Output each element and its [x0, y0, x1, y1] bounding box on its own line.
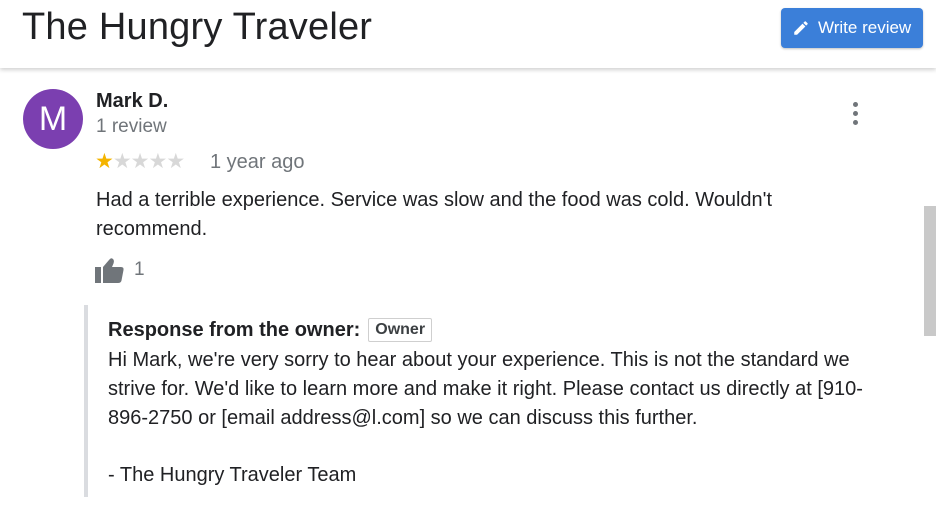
owner-response-signature: - The Hungry Traveler Team [108, 464, 357, 486]
pencil-icon [792, 19, 810, 37]
like-button[interactable]: 1 [95, 257, 145, 283]
thumbs-up-icon [95, 257, 125, 283]
star-icon: ★ [95, 150, 114, 173]
scrollbar-thumb[interactable] [924, 206, 936, 336]
reviewer-name[interactable]: Mark D. [96, 90, 168, 113]
review-date: 1 year ago [210, 151, 305, 173]
review-page: The Hungry Traveler Write review M Mark … [0, 0, 936, 510]
owner-response: Response from the owner: Owner Hi Mark, … [84, 305, 898, 497]
owner-response-header: Response from the owner: Owner [108, 318, 433, 342]
app-header: The Hungry Traveler Write review [0, 0, 936, 68]
more-options-button[interactable] [843, 98, 867, 128]
star-rating: ★ ★ ★ ★ ★ [95, 150, 185, 174]
star-icon: ★ [112, 150, 132, 173]
star-icon: ★ [130, 150, 150, 173]
star-icon: ★ [148, 150, 167, 173]
write-review-label: Write review [818, 18, 912, 37]
business-title: The Hungry Traveler [22, 6, 373, 48]
owner-response-title: Response from the owner: [108, 318, 361, 341]
write-review-button[interactable]: Write review [781, 8, 923, 48]
review-text: Had a terrible experience. Service was s… [96, 189, 773, 240]
more-vert-icon [852, 101, 858, 107]
owner-response-text: Hi Mark, we're very sorry to hear about … [108, 349, 863, 429]
avatar[interactable]: M [23, 89, 83, 149]
star-icon: ★ [166, 150, 185, 173]
owner-badge: Owner [368, 318, 433, 342]
like-count: 1 [134, 259, 145, 280]
reviewer-review-count: 1 review [96, 116, 167, 137]
